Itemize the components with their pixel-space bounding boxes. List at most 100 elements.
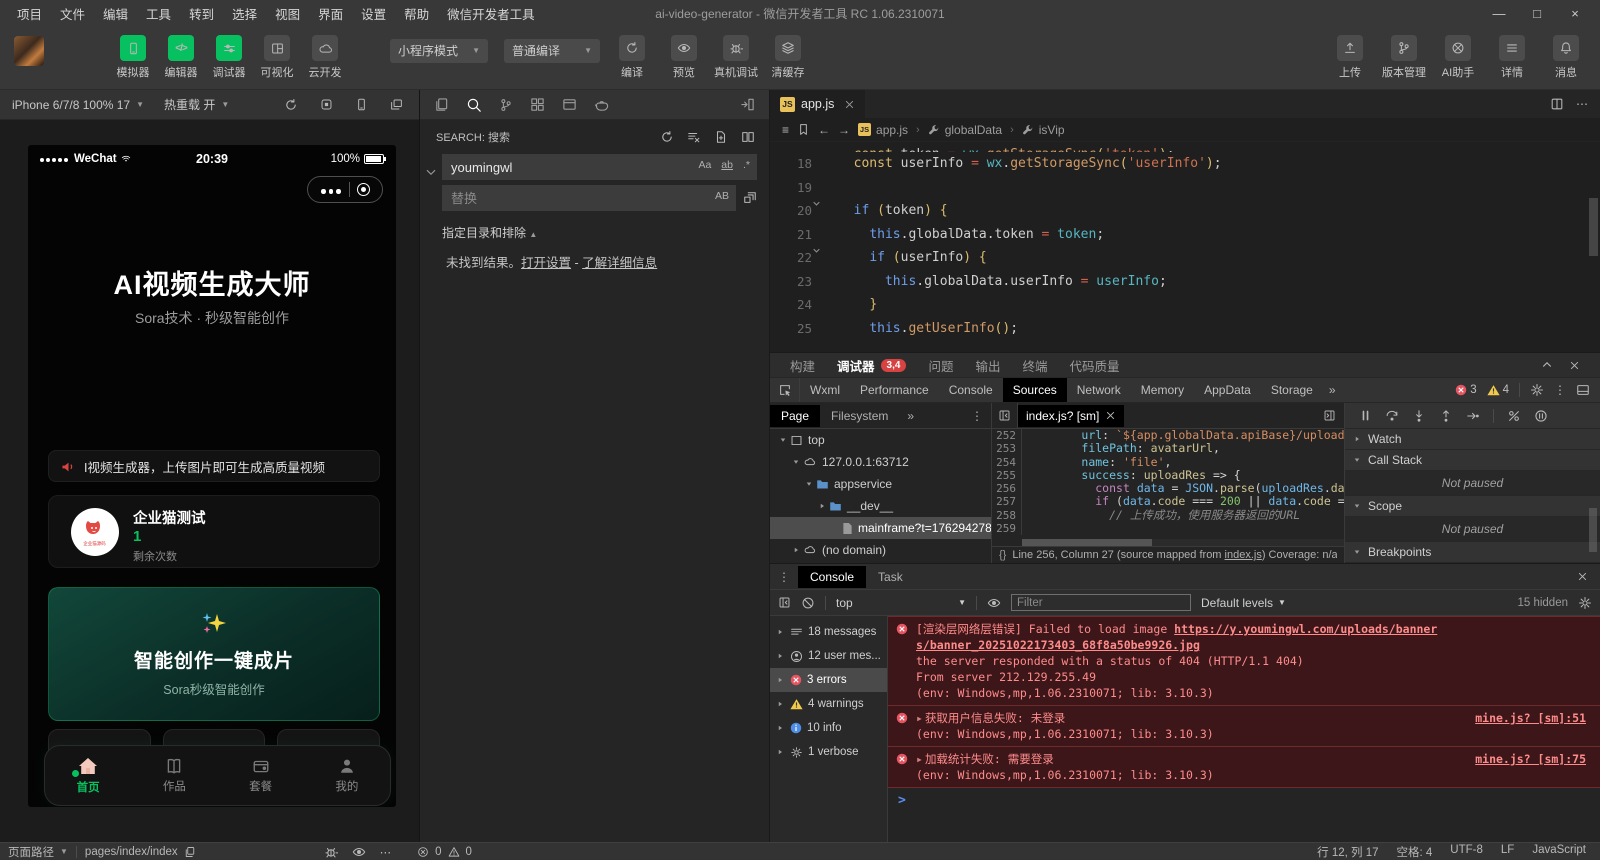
more-actions-icon[interactable]: ⋯ — [1576, 97, 1588, 111]
console-error-entry[interactable]: [渲染层网络层错误] Failed to load image https://… — [888, 616, 1600, 706]
tab-page[interactable]: Page — [770, 405, 820, 427]
minimize-button[interactable]: — — [1482, 2, 1516, 24]
close-panel-icon[interactable] — [1569, 359, 1580, 371]
replace-input[interactable] — [442, 185, 736, 211]
console-menu-icon[interactable]: ⋮ — [770, 570, 798, 584]
show-navigator-icon[interactable] — [992, 403, 1018, 429]
tabbar-套餐[interactable]: 套餐 — [218, 757, 304, 794]
devtools-tab-AppData[interactable]: AppData — [1194, 378, 1261, 402]
console-error-entry[interactable]: ▸加载统计失败: 需要登录 (env: Windows,mp,1.06.2310… — [888, 747, 1600, 788]
horizontal-scrollbar[interactable] — [1022, 539, 1344, 546]
show-debugger-icon[interactable] — [1323, 409, 1344, 422]
devtools-tab-Storage[interactable]: Storage — [1261, 378, 1323, 402]
detach-window-icon[interactable] — [390, 98, 403, 112]
notice-bar[interactable]: I视频生成器，上传图片即可生成高质量视频 — [48, 450, 380, 482]
more-tabs-icon[interactable]: » — [899, 409, 922, 423]
menu-item[interactable]: 转到 — [180, 4, 223, 23]
tab-app-js[interactable]: JS app.js — [770, 90, 865, 118]
clear-results-icon[interactable] — [687, 130, 701, 144]
collapse-panel-icon[interactable] — [1541, 359, 1553, 371]
tabbar-我的[interactable]: 我的 — [304, 757, 390, 794]
deactivate-breakpoints-icon[interactable] — [1507, 409, 1521, 423]
status-item[interactable]: UTF-8 — [1450, 844, 1483, 860]
toolbar-消息-button[interactable]: 消息 — [1544, 35, 1588, 80]
tree-item[interactable]: (no domain) — [770, 539, 991, 561]
problem-counts[interactable]: 0 0 — [417, 846, 472, 858]
tree-item[interactable]: __dev__ — [770, 495, 991, 517]
menu-item[interactable]: 微信开发者工具 — [438, 4, 544, 23]
tree-item[interactable]: mainframe?t=1762942780 — [770, 517, 991, 539]
close-button[interactable]: × — [1558, 2, 1592, 24]
toolbar-编辑器-button[interactable]: </> 编辑器 — [160, 35, 202, 80]
tree-item[interactable]: top — [770, 429, 991, 451]
panel-tab-代码质量[interactable]: 代码质量 — [1069, 356, 1119, 375]
view-as-tree-icon[interactable] — [741, 130, 755, 144]
breadcrumb-item[interactable]: isVip — [1022, 123, 1065, 137]
debug-section-Breakpoints[interactable]: Breakpoints — [1345, 542, 1600, 563]
panel-tab-终端[interactable]: 终端 — [1022, 356, 1047, 375]
nav-forward-icon[interactable]: → — [838, 123, 850, 137]
error-count-badge[interactable]: 3 — [1455, 384, 1476, 396]
pause-on-exceptions-icon[interactable] — [1534, 409, 1548, 423]
toolbar-上传-button[interactable]: 上传 — [1328, 35, 1372, 80]
hot-reload-toggle[interactable]: 热重载 开 — [164, 96, 215, 113]
devtools-tab-Network[interactable]: Network — [1067, 378, 1131, 402]
preserve-case-icon[interactable]: AB — [713, 189, 731, 203]
console-filter-input[interactable] — [1011, 594, 1191, 611]
dock-side-icon[interactable] — [1576, 383, 1590, 397]
bookmark-icon[interactable] — [797, 123, 810, 136]
device-select[interactable]: iPhone 6/7/8 100% 17 — [12, 98, 130, 112]
more-status-icon[interactable]: ⋯ — [380, 845, 392, 859]
warning-count-badge[interactable]: 4 — [1487, 384, 1509, 396]
toolbar-详情-button[interactable]: 详情 — [1490, 35, 1534, 80]
toolbar-云开发-button[interactable]: 云开发 — [304, 35, 346, 80]
preview-icon[interactable] — [562, 97, 577, 112]
collapse-panel-icon[interactable] — [740, 97, 755, 112]
toolbar-AI助手-button[interactable]: AI助手 — [1436, 35, 1480, 80]
tabbar-作品[interactable]: 作品 — [131, 757, 217, 794]
debug-section-Watch[interactable]: Watch — [1345, 429, 1600, 450]
open-settings-link[interactable]: 打开设置 — [521, 256, 571, 270]
menu-item[interactable]: 编辑 — [94, 4, 137, 23]
console-filter-12 user mes...[interactable]: 12 user mes... — [770, 644, 887, 668]
devtools-tab-Memory[interactable]: Memory — [1131, 378, 1194, 402]
open-in-editor-icon[interactable] — [714, 130, 728, 144]
copy-path-icon[interactable] — [184, 846, 196, 858]
code-editor[interactable]: const token = wx.getStorageSync('token')… — [770, 142, 1600, 352]
toolbar-可视化-button[interactable]: 可视化 — [256, 35, 298, 80]
split-editor-icon[interactable] — [1550, 97, 1564, 111]
devtools-tab-Sources[interactable]: Sources — [1003, 378, 1067, 402]
device-icon[interactable] — [355, 98, 368, 112]
nav-back-icon[interactable]: ← — [818, 123, 830, 137]
breadcrumb-item[interactable]: JSapp.js — [858, 123, 908, 137]
debug-section-Scope[interactable]: Scope — [1345, 496, 1600, 517]
editor-scrollbar[interactable] — [1589, 146, 1598, 346]
devtools-menu-icon[interactable]: ⋮ — [1554, 383, 1566, 397]
tabbar-首页[interactable]: 首页 — [45, 756, 131, 795]
menu-item[interactable]: 帮助 — [395, 4, 438, 23]
console-tab-Console[interactable]: Console — [798, 566, 866, 588]
status-item[interactable]: LF — [1501, 844, 1514, 860]
breadcrumb-item[interactable]: globalData — [928, 123, 1002, 137]
member-card[interactable]: 企业猫源码 企业猫测试 1 剩余次数 — [48, 495, 380, 568]
console-prompt[interactable]: > — [888, 788, 1600, 813]
more-tabs-icon[interactable]: » — [1323, 378, 1342, 402]
refresh-search-icon[interactable] — [660, 130, 674, 144]
console-tab-Task[interactable]: Task — [866, 566, 915, 588]
panel-tab-问题[interactable]: 问题 — [928, 356, 953, 375]
menu-item[interactable]: 设置 — [352, 4, 395, 23]
close-console-icon[interactable] — [1577, 571, 1600, 582]
step-out-icon[interactable] — [1439, 409, 1453, 423]
devtools-settings-icon[interactable] — [1530, 383, 1544, 397]
stop-icon[interactable] — [320, 98, 333, 112]
console-messages[interactable]: [渲染层网络层错误] Failed to load image https://… — [888, 616, 1600, 842]
toolbar-真机调试-button[interactable]: 真机调试 — [714, 35, 758, 80]
toggle-replace-icon[interactable] — [425, 166, 437, 178]
tree-item[interactable]: 127.0.0.1:63712 — [770, 451, 991, 473]
match-case-icon[interactable]: Aa — [696, 158, 713, 172]
regex-icon[interactable]: .* — [741, 158, 752, 172]
step-into-icon[interactable] — [1412, 409, 1426, 423]
replace-all-icon[interactable] — [743, 191, 757, 205]
source-code-view[interactable]: 252 url: `${app.globalData.apiBase}/uplo… — [992, 429, 1344, 546]
fold-icon[interactable] — [812, 246, 838, 270]
